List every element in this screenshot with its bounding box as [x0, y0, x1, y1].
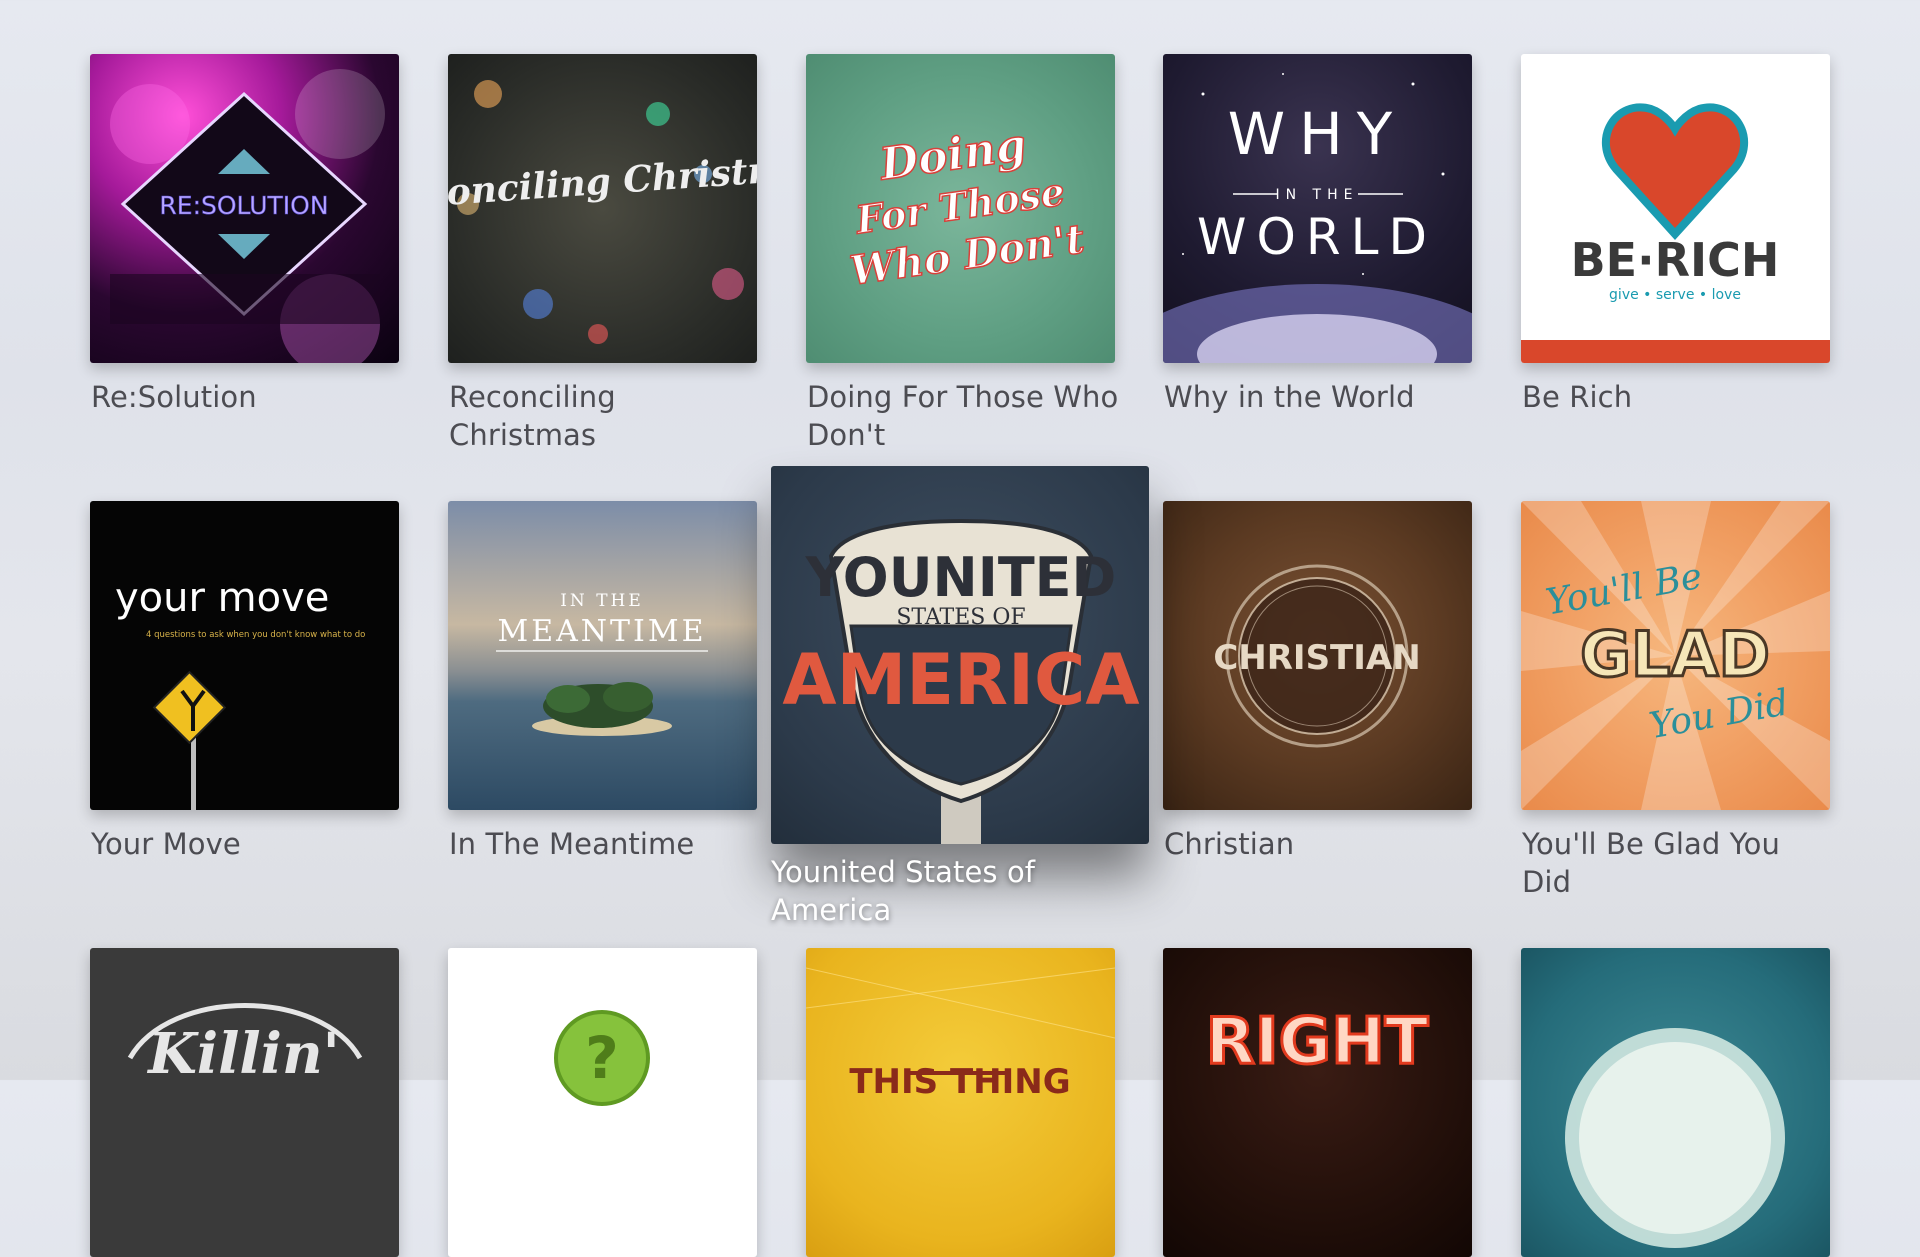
artwork-be-rich: BE·RICH give • serve • love [1521, 54, 1830, 363]
podcast-shelf-grid: RE:SOLUTION Re:Solution Reconciling Chri… [0, 0, 1920, 1257]
artwork-right: RIGHT [1163, 948, 1472, 1257]
svg-text:AMERICA: AMERICA [782, 639, 1139, 721]
item-title: Reconciling Christmas [449, 380, 616, 452]
item-title: Re:Solution [91, 380, 257, 414]
item-title: Younited States of America [771, 855, 1036, 927]
artwork-title-text: ? [585, 1024, 619, 1092]
svg-text:WORLD: WORLD [1197, 208, 1437, 266]
item-title: Doing For Those Who Don't [807, 380, 1119, 452]
item-title: In The Meantime [449, 827, 695, 861]
artwork-title-text: Reconciling Christmas [448, 145, 757, 219]
artwork-re-solution: RE:SOLUTION [90, 54, 399, 363]
artwork-doing-for-those: Doing For Those Who Don't [806, 54, 1115, 363]
svg-text:MEANTIME: MEANTIME [497, 614, 706, 649]
artwork-reconciling-christmas: Reconciling Christmas [448, 54, 757, 363]
artwork-killin: Killin' [90, 948, 399, 1257]
artwork-title-text: Killin' [146, 1021, 340, 1087]
artwork-this-thing: THIS THING [806, 948, 1115, 1257]
item-title: You'll Be Glad You Did [1522, 827, 1780, 899]
artwork-youll-be-glad: You'll Be GLAD You Did [1521, 501, 1830, 810]
svg-text:GLAD: GLAD [1580, 618, 1770, 691]
artwork-title-text: RE:SOLUTION [159, 191, 328, 220]
artwork-why-in-the-world: WHY IN THE WORLD [1163, 54, 1472, 363]
artwork-in-the-meantime: IN THE MEANTIME [448, 501, 757, 810]
item-title: Christian [1164, 827, 1295, 861]
artwork-teal-circle [1521, 948, 1830, 1257]
svg-text:IN THE: IN THE [560, 591, 644, 611]
artwork-title-text: your move [115, 575, 329, 621]
artwork-subtitle-text: give • serve • love [1609, 287, 1741, 303]
artwork-title-text: THIS THING [849, 1062, 1070, 1102]
artwork-title-text: CHRISTIAN [1213, 638, 1420, 678]
item-title: Be Rich [1522, 380, 1633, 414]
artwork-title-text: BE·RICH [1571, 233, 1780, 287]
svg-text:IN THE: IN THE [1276, 187, 1359, 203]
artwork-younited-states: YOUNITED STATES OF AMERICA [771, 466, 1149, 844]
item-title: Why in the World [1164, 380, 1415, 414]
artwork-christian: CHRISTIAN [1163, 501, 1472, 810]
svg-text:STATES OF: STATES OF [896, 605, 1025, 630]
artwork-your-move: your move 4 questions to ask when you do… [90, 501, 399, 810]
artwork-question: ? [448, 948, 757, 1257]
svg-text:WHY: WHY [1228, 100, 1406, 168]
artwork-subtitle-text: 4 questions to ask when you don't know w… [146, 630, 365, 640]
artwork-title-text: RIGHT [1206, 1005, 1429, 1079]
item-title: Your Move [91, 827, 241, 861]
svg-text:YOUNITED: YOUNITED [805, 546, 1117, 609]
